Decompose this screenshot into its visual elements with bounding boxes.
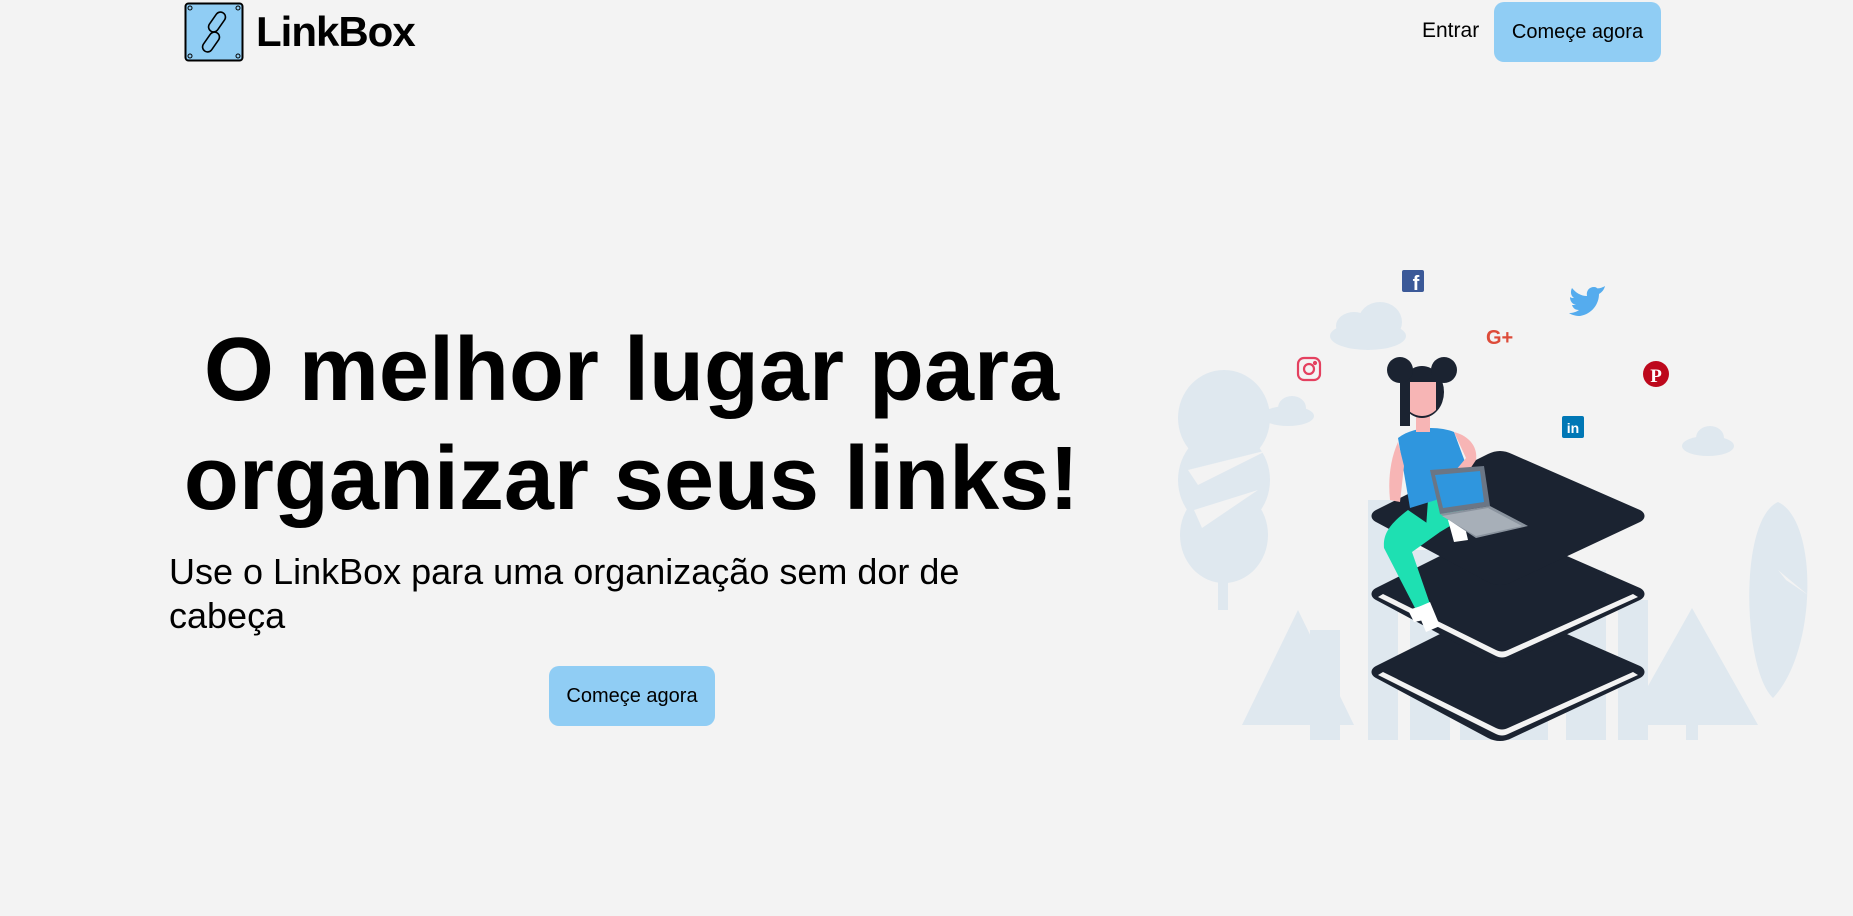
- facebook-icon: f: [1402, 270, 1424, 295]
- svg-text:f: f: [1413, 273, 1420, 295]
- hero-illustration: f G+ P in: [1178, 270, 1808, 741]
- login-link[interactable]: Entrar: [1422, 19, 1479, 43]
- chain-link-icon: [184, 2, 244, 62]
- cloud-1: [1330, 302, 1406, 350]
- landing-page: LinkBox Entrar Começe agora O melhor lug…: [0, 0, 1853, 916]
- google-plus-icon: G+: [1486, 327, 1513, 349]
- hero-title-line-1: O melhor lugar para: [203, 320, 1060, 420]
- cloud-3: [1682, 426, 1734, 456]
- pinterest-icon: P: [1643, 361, 1669, 387]
- cloud-2: [1262, 396, 1314, 426]
- svg-text:P: P: [1650, 366, 1662, 387]
- logo-text: LinkBox: [256, 8, 416, 55]
- svg-text:G+: G+: [1486, 327, 1513, 349]
- site-header: LinkBox Entrar Começe agora: [0, 0, 1853, 66]
- logo-link[interactable]: LinkBox: [184, 2, 416, 62]
- hero-title: O melhor lugar para organizar seus links…: [160, 316, 1103, 534]
- header-get-started-button[interactable]: Começe agora: [1494, 2, 1661, 62]
- twitter-icon: [1569, 286, 1605, 316]
- linkedin-icon: in: [1562, 416, 1584, 438]
- hero-get-started-button[interactable]: Começe agora: [549, 666, 715, 726]
- hero-title-line-2: organizar seus links!: [183, 429, 1080, 529]
- hero-subtitle: Use o LinkBox para uma organização sem d…: [169, 551, 960, 636]
- instagram-icon: [1296, 356, 1322, 382]
- svg-text:in: in: [1567, 420, 1579, 436]
